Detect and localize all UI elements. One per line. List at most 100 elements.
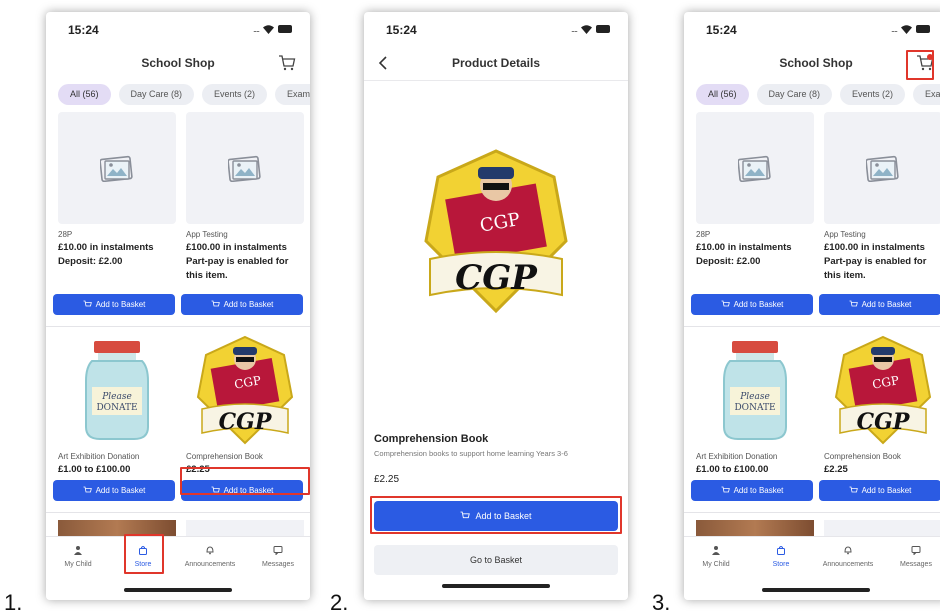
chip-all[interactable]: All (56)	[696, 84, 749, 105]
cart-icon[interactable]	[278, 54, 296, 72]
status-icons: ....	[891, 24, 930, 34]
button-label: Add to Basket	[861, 300, 912, 309]
tab-label: Messages	[262, 561, 294, 568]
add-to-basket-button[interactable]: Add to Basket	[181, 480, 303, 501]
chip-events[interactable]: Events (2)	[202, 84, 268, 105]
chip-all[interactable]: All (56)	[58, 84, 111, 105]
button-label: Add to Basket	[861, 486, 912, 495]
battery-icon	[278, 25, 292, 33]
tab-store[interactable]: Store	[751, 545, 811, 568]
add-to-basket-button[interactable]: Add to Basket	[819, 294, 940, 315]
divider	[46, 326, 310, 327]
battery-icon	[916, 25, 930, 33]
page-title: School Shop	[779, 56, 853, 70]
product-image	[58, 112, 176, 224]
bell-icon	[206, 546, 214, 555]
cgp-banner-text: CGP	[857, 409, 911, 435]
cart-icon	[849, 486, 858, 493]
tab-store[interactable]: Store	[113, 545, 173, 568]
placeholder-image-icon	[866, 155, 899, 182]
add-to-basket-button[interactable]: Add to Basket	[691, 480, 813, 501]
product-price: £10.00 in instalments	[696, 242, 792, 253]
tab-messages[interactable]: Messages	[248, 545, 308, 568]
status-bar: 15:24 ....	[684, 12, 940, 46]
tab-my-child[interactable]: My Child	[686, 545, 746, 568]
chip-day-care[interactable]: Day Care (8)	[756, 84, 833, 105]
bag-icon	[139, 546, 147, 555]
cgp-banner-text: CGP	[455, 258, 538, 298]
tab-announcements[interactable]: Announcements	[818, 545, 878, 568]
tab-label: Messages	[900, 561, 932, 568]
top-nav: School Shop	[684, 46, 940, 80]
product-card[interactable]: App Testing £100.00 in instalments Part-…	[186, 112, 304, 281]
product-image	[696, 112, 814, 224]
chip-exam[interactable]: Exam	[275, 84, 310, 105]
button-label: Add to Basket	[95, 300, 146, 309]
product-name: App Testing	[186, 230, 228, 239]
go-to-basket-button[interactable]: Go to Basket	[374, 545, 618, 575]
product-name: Comprehension Book	[374, 433, 489, 445]
product-price: £1.00 to £100.00	[696, 464, 769, 475]
product-card[interactable]: Please DONATE Art Exhibition Donation £1…	[58, 334, 176, 475]
product-description: Comprehension books to support home lear…	[374, 449, 568, 458]
tab-messages[interactable]: Messages	[886, 545, 940, 568]
add-to-basket-button[interactable]: Add to Basket	[181, 294, 303, 315]
step-label-3: 3.	[652, 590, 671, 615]
phone-screen-shop: 15:24 .... School Shop All (56) Day Care…	[46, 12, 310, 600]
cart-icon	[721, 300, 730, 307]
signal-icon: ....	[890, 24, 898, 34]
button-label: Add to Basket	[733, 486, 784, 495]
product-note: this item.	[186, 270, 228, 281]
jar-text-please: Please	[101, 392, 132, 402]
add-to-basket-button[interactable]: Add to Basket	[819, 480, 940, 501]
tab-label: Announcements	[184, 561, 236, 568]
product-deposit: Deposit: £2.00	[58, 256, 123, 267]
donation-jar-image: Please DONATE	[85, 341, 149, 440]
product-card[interactable]: CGP CGP Comprehension Book £2.25	[186, 334, 304, 475]
add-to-basket-button[interactable]: Add to Basket	[691, 294, 813, 315]
product-card[interactable]: 28P £10.00 in instalments Deposit: £2.00	[696, 112, 814, 267]
cart-badge	[927, 54, 933, 60]
tab-label: My Child	[64, 561, 92, 568]
product-price: £100.00 in instalments	[186, 242, 287, 253]
product-image: CGP CGP	[824, 334, 940, 446]
product-detail: CGP CGP Comprehension Book Comprehension…	[364, 80, 628, 600]
product-price: £1.00 to £100.00	[58, 464, 131, 475]
product-image: Please DONATE	[58, 334, 176, 446]
cart-icon	[211, 486, 220, 493]
product-name: Art Exhibition Donation	[58, 452, 140, 461]
product-name: Comprehension Book	[186, 452, 263, 461]
product-card[interactable]: CGP CGP Comprehension Book £2.25	[824, 334, 940, 475]
chip-day-care[interactable]: Day Care (8)	[118, 84, 195, 105]
tab-label: My Child	[702, 561, 730, 568]
product-note: Part-pay is enabled for	[824, 256, 927, 267]
donation-jar-image: Please DONATE	[723, 341, 787, 440]
chat-icon	[911, 546, 921, 555]
product-card[interactable]: App Testing £100.00 in instalments Part-…	[824, 112, 940, 281]
add-to-basket-button[interactable]: Add to Basket	[53, 294, 175, 315]
signal-icon: ....	[252, 24, 260, 34]
status-icons: ....	[253, 24, 292, 34]
button-label: Add to Basket	[223, 486, 274, 495]
wifi-icon	[901, 24, 912, 34]
product-card[interactable]: Please DONATE Art Exhibition Donation £1…	[696, 334, 814, 475]
filter-chips: All (56) Day Care (8) Events (2) Exam	[696, 84, 940, 106]
top-nav: School Shop	[46, 46, 310, 80]
product-name: 28P	[696, 230, 711, 239]
page-title: School Shop	[141, 56, 215, 70]
chip-events[interactable]: Events (2)	[840, 84, 906, 105]
product-image	[186, 112, 304, 224]
signal-icon: ....	[570, 24, 578, 34]
chip-exam[interactable]: Exam	[913, 84, 940, 105]
tab-announcements[interactable]: Announcements	[180, 545, 240, 568]
tab-my-child[interactable]: My Child	[48, 545, 108, 568]
product-image: Please DONATE	[696, 334, 814, 446]
status-bar: 15:24 ....	[364, 12, 628, 46]
product-price: £10.00 in instalments	[58, 242, 154, 253]
add-to-basket-button[interactable]: Add to Basket	[374, 501, 618, 531]
product-card[interactable]: 28P £10.00 in instalments Deposit: £2.00	[58, 112, 176, 267]
bag-icon	[777, 546, 785, 555]
product-price: £2.25	[824, 464, 848, 475]
add-to-basket-button[interactable]: Add to Basket	[53, 480, 175, 501]
cgp-logo-image: CGP CGP	[834, 335, 932, 445]
